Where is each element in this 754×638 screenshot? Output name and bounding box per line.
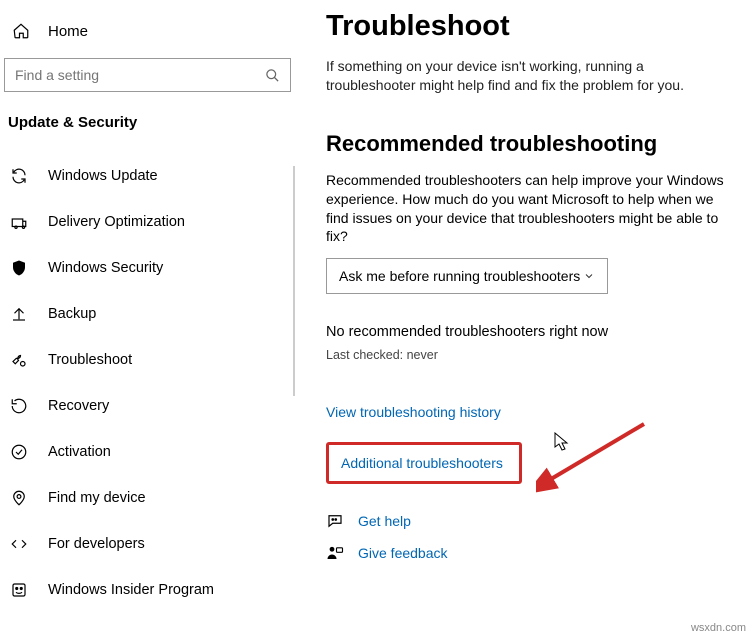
search-icon [265,68,280,83]
feedback-icon [326,544,344,562]
sidebar-item-delivery-optimization[interactable]: Delivery Optimization [0,199,295,245]
sidebar-item-find-my-device[interactable]: Find my device [0,475,295,521]
sidebar-item-windows-security[interactable]: Windows Security [0,245,295,291]
sidebar-item-windows-update[interactable]: Windows Update [0,153,295,199]
link-give-feedback[interactable]: Give feedback [358,545,448,561]
sidebar-item-label: For developers [48,536,145,552]
sidebar-item-backup[interactable]: Backup [0,291,295,337]
sidebar-item-troubleshoot[interactable]: Troubleshoot [0,337,295,383]
give-feedback-row[interactable]: Give feedback [326,544,736,562]
sidebar-item-windows-insider[interactable]: Windows Insider Program [0,567,295,613]
additional-troubleshooters-highlight: Additional troubleshooters [326,442,522,484]
sidebar-item-activation[interactable]: Activation [0,429,295,475]
sidebar-item-label: Recovery [48,398,109,414]
get-help-row[interactable]: Get help [326,512,736,530]
link-view-history[interactable]: View troubleshooting history [326,404,736,420]
sidebar-item-label: Windows Update [48,168,158,184]
insider-icon [10,581,28,599]
refresh-icon [10,167,28,185]
sidebar-section-header: Update & Security [0,108,295,153]
settings-search[interactable] [4,58,291,92]
sidebar-item-label: Find my device [48,490,146,506]
developers-icon [10,535,28,553]
search-input[interactable] [15,67,265,83]
activation-icon [10,443,28,461]
sidebar-item-for-developers[interactable]: For developers [0,521,295,567]
sidebar-item-label: Windows Insider Program [48,582,214,598]
link-get-help[interactable]: Get help [358,513,411,529]
recovery-icon [10,397,28,415]
sidebar-divider [293,166,295,396]
chat-icon [326,512,344,530]
last-checked-text: Last checked: never [326,348,736,362]
delivery-icon [10,213,28,231]
sidebar-item-label: Troubleshoot [48,352,132,368]
home-icon [12,22,30,40]
watermark: wsxdn.com [691,622,746,634]
sidebar-home-label: Home [48,23,88,40]
no-recommended-text: No recommended troubleshooters right now [326,324,736,340]
sidebar-item-label: Windows Security [48,260,163,276]
backup-icon [10,305,28,323]
sidebar-home[interactable]: Home [0,12,295,58]
sidebar-item-label: Activation [48,444,111,460]
recommended-heading: Recommended troubleshooting [326,131,736,157]
sidebar-item-label: Delivery Optimization [48,214,185,230]
dropdown-selected: Ask me before running troubleshooters [339,268,580,284]
recommended-description: Recommended troubleshooters can help imp… [326,171,736,247]
page-title: Troubleshoot [326,10,736,43]
page-intro: If something on your device isn't workin… [326,57,736,95]
recommended-dropdown[interactable]: Ask me before running troubleshooters [326,258,608,294]
shield-icon [10,259,28,277]
location-icon [10,489,28,507]
link-additional-troubleshooters[interactable]: Additional troubleshooters [341,455,507,471]
troubleshoot-icon [10,351,28,369]
chevron-down-icon [583,270,595,282]
sidebar-item-label: Backup [48,306,96,322]
sidebar-item-recovery[interactable]: Recovery [0,383,295,429]
main-content: Troubleshoot If something on your device… [296,0,754,638]
settings-sidebar: Home Update & Security Windows Update De… [0,0,296,638]
